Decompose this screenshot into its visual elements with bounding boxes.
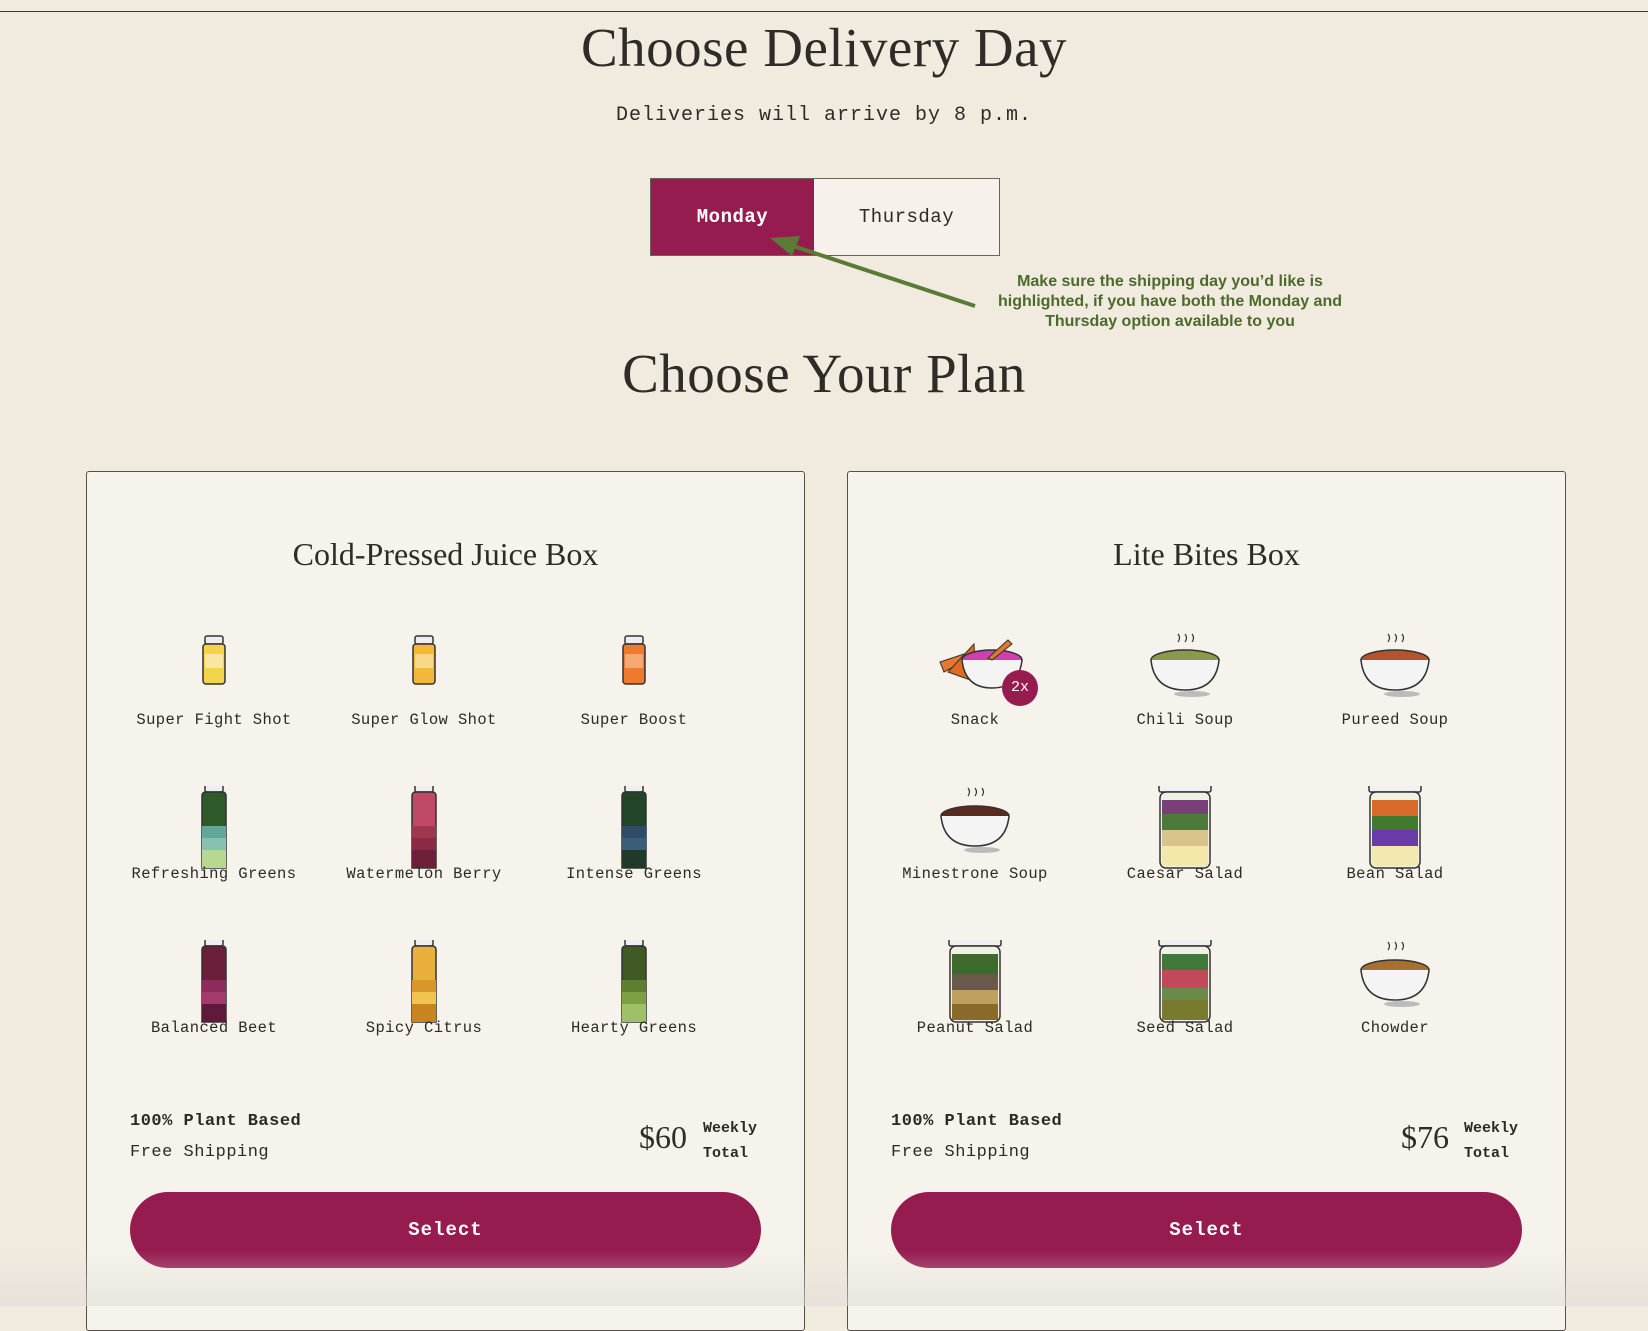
quantity-badge: 2x xyxy=(1002,670,1038,706)
weekly-total-label: Weekly Total xyxy=(703,1116,757,1166)
juice-box-title: Cold-Pressed Juice Box xyxy=(292,536,599,572)
plant-based-label: 100% Plant Based xyxy=(891,1112,1063,1131)
annotation-arrow xyxy=(770,236,976,308)
price-tag-line: Total xyxy=(703,1145,749,1162)
juice-item-label: Super Glow Shot xyxy=(351,711,497,729)
food-item-label: Seed Salad xyxy=(1136,1019,1234,1037)
annotation-note: Make sure the shipping day you’d like is… xyxy=(998,273,1342,330)
select-lite-bites-button[interactable]: Select xyxy=(891,1192,1522,1268)
lite-bites-card: Lite Bites Box 2x Snack Chili Soup Puree… xyxy=(847,471,1566,1331)
juice-item-label: Balanced Beet xyxy=(150,1019,278,1037)
price-tag-line: Total xyxy=(1464,1145,1510,1162)
juice-item-label: Hearty Greens xyxy=(570,1019,698,1037)
juice-item-label: Refreshing Greens xyxy=(131,865,297,883)
food-item-label: Minestrone Soup xyxy=(902,865,1048,883)
juice-item-label: Super Fight Shot xyxy=(136,711,292,729)
free-shipping-label: Free Shipping xyxy=(891,1143,1031,1162)
plan-price: $76 xyxy=(1401,1119,1449,1155)
free-shipping-label: Free Shipping xyxy=(130,1143,270,1162)
food-item-label: Chowder xyxy=(1361,1019,1429,1037)
juice-item-label: Intense Greens xyxy=(566,865,702,883)
food-item-label: Bean Salad xyxy=(1346,865,1444,883)
food-item-label: Caesar Salad xyxy=(1126,865,1244,883)
plant-based-label: 100% Plant Based xyxy=(130,1112,302,1131)
select-juice-box-button[interactable]: Select xyxy=(130,1192,761,1268)
juice-item-label: Spicy Citrus xyxy=(365,1019,483,1037)
food-item-label: Snack xyxy=(950,711,1000,729)
food-item-label: Chili Soup xyxy=(1136,711,1234,729)
juice-box-card: Cold-Pressed Juice Box Super Fight Shot … xyxy=(86,471,805,1331)
lite-bites-title: Lite Bites Box xyxy=(1113,536,1300,572)
plan-section-title: Choose Your Plan xyxy=(622,343,1026,404)
weekly-total-label: Weekly Total xyxy=(1464,1116,1518,1166)
food-item-label: Pureed Soup xyxy=(1341,711,1449,729)
plan-price: $60 xyxy=(639,1119,687,1155)
food-item-label: Peanut Salad xyxy=(916,1019,1034,1037)
price-tag-line: Weekly xyxy=(703,1120,758,1137)
juice-item-label: Watermelon Berry xyxy=(346,865,502,883)
price-tag-line: Weekly xyxy=(1464,1120,1519,1137)
juice-item-label: Super Boost xyxy=(580,711,688,729)
